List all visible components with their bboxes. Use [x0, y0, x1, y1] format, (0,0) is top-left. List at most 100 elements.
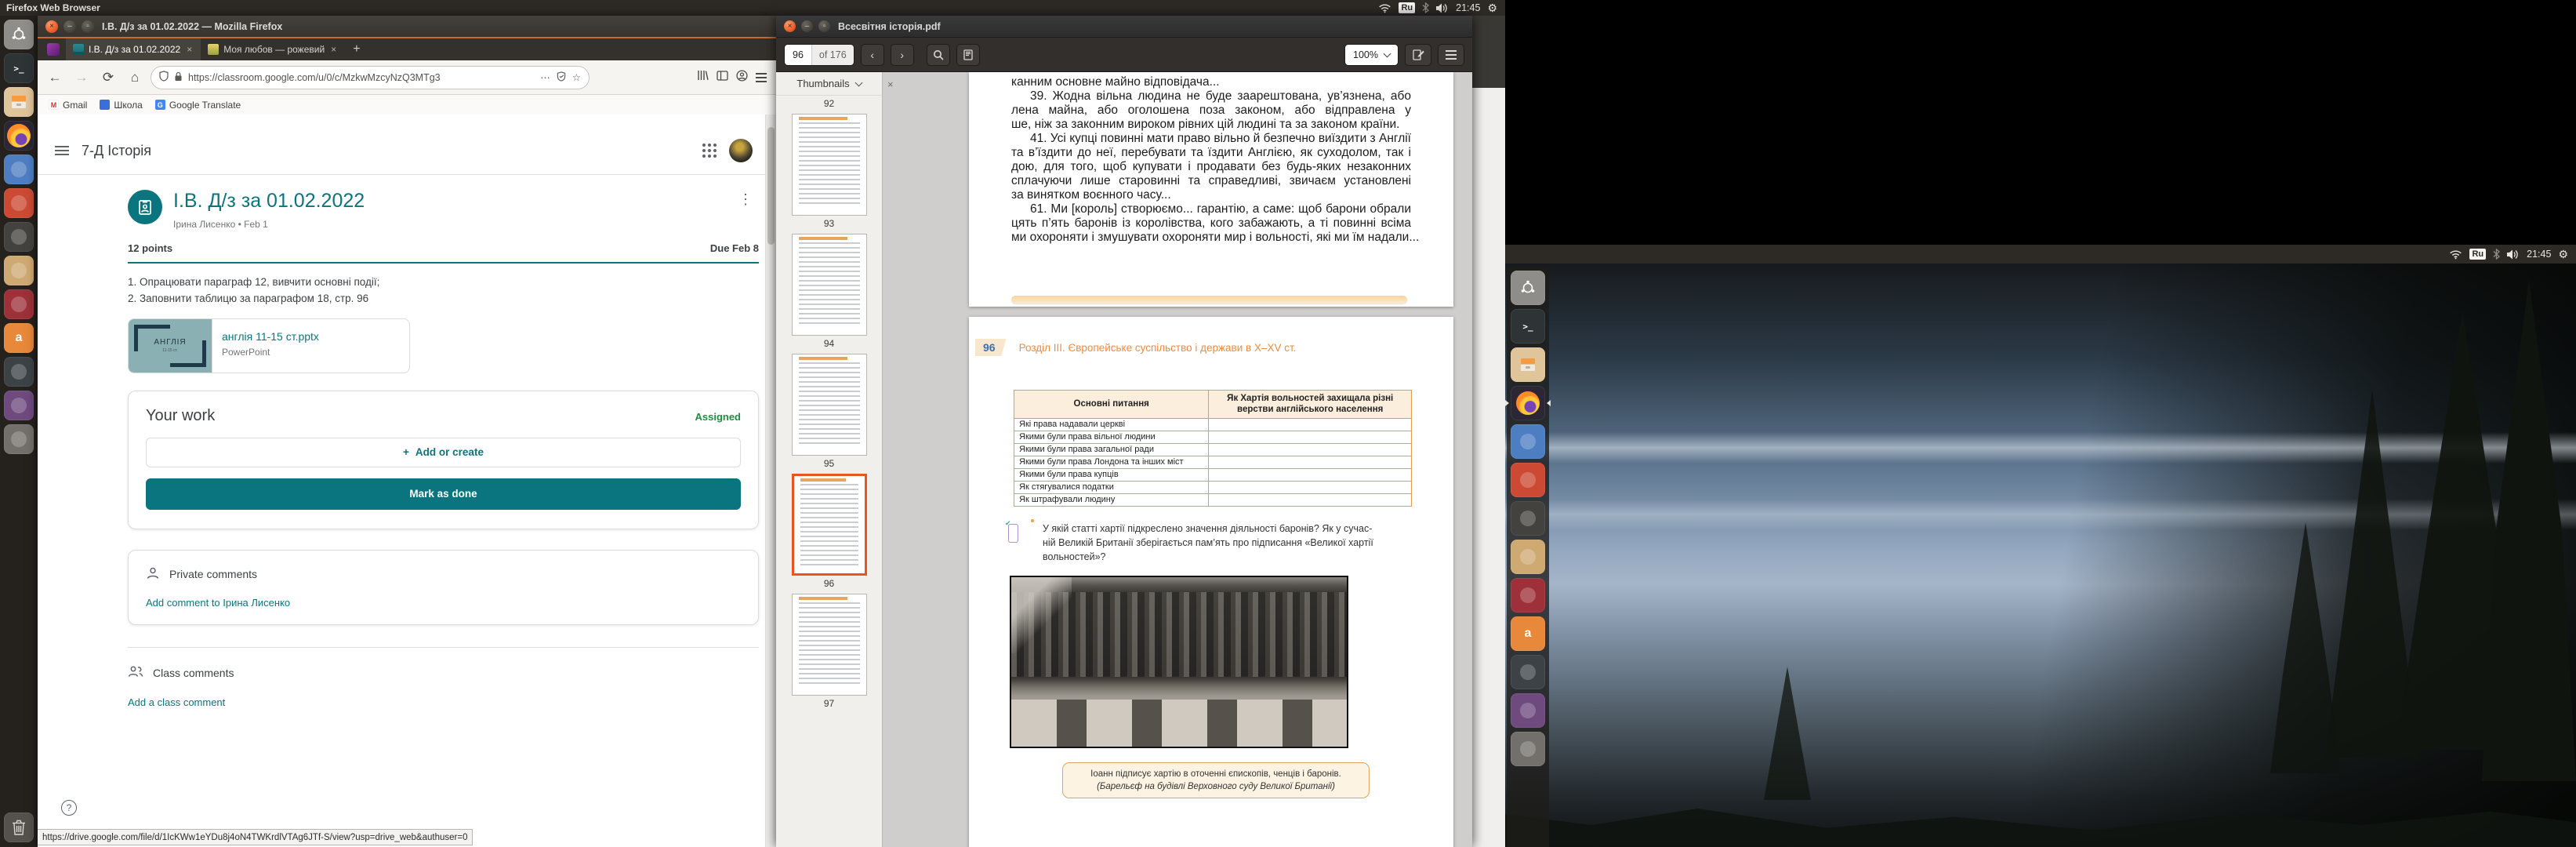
bookmark-gmail[interactable]: M Gmail — [49, 100, 87, 111]
sidebar-header[interactable]: Thumbnails — [776, 72, 882, 96]
app-purple-dock-icon[interactable] — [1511, 693, 1545, 728]
forward-button[interactable]: → — [71, 67, 93, 89]
minimize-button[interactable]: – — [801, 20, 813, 32]
bookmark-translate[interactable]: G Google Translate — [155, 100, 241, 111]
attachment-card[interactable]: АНГЛІЯ 11-15 ст. англія 11-15 ст.pptx Po… — [128, 318, 410, 373]
app-slate-dock-icon[interactable] — [4, 357, 34, 387]
wifi-icon[interactable] — [2449, 249, 2462, 260]
firefox-titlebar[interactable]: × – ▫ І.В. Д/з за 01.02.2022 — Mozilla F… — [38, 16, 776, 37]
app-crimson-dock-icon[interactable] — [4, 289, 34, 319]
app-blue-dock-icon[interactable] — [1511, 424, 1545, 459]
add-private-comment-link[interactable]: Add comment to Ірина Лисенко — [146, 597, 741, 609]
sidebar-toggle-button[interactable] — [956, 44, 980, 66]
app-gray-dock-icon[interactable] — [4, 424, 34, 454]
session-gear-icon[interactable]: ⚙ — [1487, 2, 1497, 13]
ubuntu-dock-icon[interactable] — [1511, 271, 1545, 305]
sidebars-icon[interactable] — [717, 71, 728, 85]
files-archive-dock-icon[interactable] — [1511, 347, 1545, 382]
attachment-title[interactable]: англія 11-15 ст.pptx — [222, 330, 319, 343]
main-menu-icon[interactable] — [55, 150, 69, 151]
volume-icon[interactable] — [1436, 3, 1449, 13]
amazon-dock-icon[interactable]: a — [1511, 616, 1545, 651]
reload-button[interactable]: ⟳ — [97, 67, 119, 89]
trash-dock-icon[interactable] — [4, 812, 34, 842]
app-slate-dock-icon[interactable] — [1511, 655, 1545, 689]
home-button[interactable]: ⌂ — [124, 67, 146, 89]
minimize-button[interactable]: – — [63, 20, 76, 33]
pinned-tab[interactable] — [47, 43, 60, 56]
page-thumbnail[interactable] — [792, 234, 867, 336]
bluetooth-icon[interactable] — [2493, 249, 2500, 260]
add-or-create-button[interactable]: + Add or create — [146, 438, 741, 467]
terminal-dock-icon[interactable]: >_ — [1511, 309, 1545, 344]
page-thumbnail[interactable] — [792, 354, 867, 456]
app-crimson-dock-icon[interactable] — [1511, 578, 1545, 613]
app-red-dock-icon[interactable] — [1511, 463, 1545, 497]
terminal-dock-icon[interactable]: >_ — [4, 53, 34, 83]
firefox-dock-icon[interactable] — [1511, 386, 1545, 420]
app-purple-dock-icon[interactable] — [4, 391, 34, 420]
page-actions-icon[interactable]: ⋯ — [540, 71, 550, 83]
back-button[interactable]: ← — [44, 67, 66, 89]
tab-close-icon[interactable]: × — [185, 44, 194, 55]
maximize-button[interactable]: ▫ — [818, 20, 830, 32]
shield-icon[interactable] — [159, 71, 169, 84]
tab-close-icon[interactable]: × — [329, 44, 338, 55]
apps-grid-icon[interactable] — [702, 144, 717, 158]
bookmark-star-icon[interactable]: ☆ — [572, 71, 581, 83]
close-button[interactable]: × — [45, 20, 58, 33]
pdf-menu-button[interactable] — [1438, 44, 1464, 66]
pdf-titlebar[interactable]: × – ▫ Всесвітня історія.pdf — [776, 16, 1472, 38]
app-red-dock-icon[interactable] — [4, 188, 34, 218]
amazon-dock-icon[interactable]: a — [4, 323, 34, 353]
previous-page-button[interactable]: ‹ — [861, 44, 884, 66]
close-icon[interactable]: × — [887, 78, 894, 90]
clock[interactable]: 21:45 — [2527, 249, 2551, 260]
scrollbar-thumb[interactable] — [767, 127, 775, 245]
clock[interactable]: 21:45 — [1456, 2, 1480, 13]
maximize-button[interactable]: ▫ — [82, 20, 94, 33]
volume-icon[interactable] — [2507, 249, 2520, 260]
course-title[interactable]: 7-Д Історія — [82, 143, 151, 159]
lock-icon[interactable] — [174, 71, 183, 84]
keyboard-layout-indicator[interactable]: Ru — [1399, 2, 1415, 13]
wifi-icon[interactable] — [1378, 3, 1391, 13]
bluetooth-icon[interactable] — [1422, 2, 1429, 13]
ubuntu-dock-icon[interactable] — [4, 20, 34, 49]
app-gray-dock-icon[interactable] — [1511, 732, 1545, 766]
url-bar[interactable]: https://classroom.google.com/u/0/c/MzkwM… — [151, 66, 590, 89]
app-beige-dock-icon[interactable] — [4, 256, 34, 285]
close-button[interactable]: × — [784, 20, 796, 32]
app-dark-dock-icon[interactable] — [1511, 501, 1545, 536]
bookmark-school[interactable]: Школа — [100, 100, 142, 111]
assignment-kebab-icon[interactable]: ⋮ — [732, 190, 759, 209]
search-button[interactable] — [927, 44, 950, 66]
session-gear-icon[interactable]: ⚙ — [2558, 249, 2568, 260]
scrollbar[interactable] — [765, 115, 776, 847]
page-thumbnail[interactable] — [792, 114, 867, 216]
app-beige-dock-icon[interactable] — [1511, 540, 1545, 574]
mark-as-done-button[interactable]: Mark as done — [146, 478, 741, 510]
pdf-content-area[interactable]: × канним основне майно відповідача...39.… — [883, 72, 1472, 847]
page-number-input[interactable]: 96 — [785, 45, 811, 65]
annotate-button[interactable] — [1405, 44, 1431, 66]
account-icon[interactable] — [736, 70, 748, 85]
files-archive-dock-icon[interactable] — [4, 87, 34, 117]
menu-icon[interactable] — [756, 77, 767, 78]
next-page-button[interactable]: › — [891, 44, 914, 66]
app-blue-dock-icon[interactable] — [4, 154, 34, 184]
tab-classroom[interactable]: І.В. Д/з за 01.02.2022 × — [66, 38, 201, 60]
pocket-shield-icon[interactable] — [557, 71, 566, 84]
zoom-control[interactable]: 100% — [1344, 44, 1399, 66]
firefox-dock-icon[interactable] — [4, 121, 34, 151]
help-button[interactable]: ? — [61, 800, 77, 816]
app-dark-dock-icon[interactable] — [4, 222, 34, 252]
new-tab-button[interactable]: + — [345, 42, 368, 56]
add-class-comment-link[interactable]: Add a class comment — [128, 696, 759, 708]
avatar[interactable] — [729, 139, 753, 162]
tab-photo[interactable]: Моя любов — рожевий × — [201, 38, 345, 60]
keyboard-layout-indicator[interactable]: Ru — [2469, 249, 2486, 260]
page-thumbnail[interactable] — [792, 594, 867, 696]
library-icon[interactable] — [697, 70, 709, 85]
page-thumbnail[interactable] — [792, 474, 867, 576]
